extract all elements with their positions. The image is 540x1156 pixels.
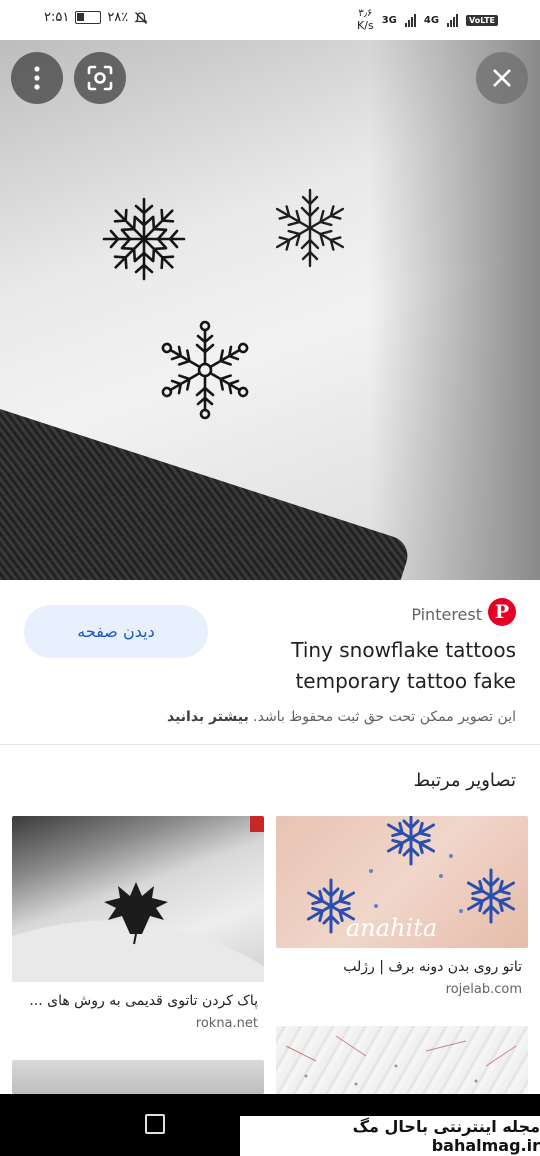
related-caption[interactable]: پاک کردن تاتوی قدیمی به روش های ...: [18, 993, 258, 1009]
visit-page-button[interactable]: دیدن صفحه: [24, 605, 208, 658]
recent-apps-button[interactable]: [145, 1114, 165, 1134]
snowflake-tattoo: [158, 320, 252, 420]
lens-button[interactable]: [74, 52, 126, 104]
result-info: دیدن صفحه Pinterest P Tiny snowflake tat…: [0, 580, 540, 745]
related-card[interactable]: پاک کردن تاتوی قدیمی به روش های ... rokn…: [12, 816, 264, 1038]
related-thumbnail[interactable]: [12, 1060, 264, 1094]
pinterest-logo-icon: P: [488, 598, 516, 626]
lens-icon: [87, 65, 113, 91]
related-caption[interactable]: تاتو روی بدن دونه برف | رژلب: [282, 959, 522, 975]
related-images-heading: تصاویر مرتبط: [413, 770, 516, 791]
related-thumbnail[interactable]: anahita: [276, 816, 528, 948]
mute-icon: [134, 11, 148, 24]
related-thumbnail[interactable]: [12, 816, 264, 982]
vertical-dots-icon: [34, 66, 40, 90]
thumbnail-watermark: anahita: [346, 914, 438, 942]
close-icon: [493, 69, 511, 87]
clock: ۲:۵۱: [44, 10, 70, 25]
battery-level: ۲۸٪: [107, 10, 129, 25]
status-right: ۳٫۶ K/s 3G 4G VoLTE: [357, 8, 498, 32]
snowflake-tattoo: [102, 197, 186, 281]
related-domain: rokna.net: [195, 1016, 258, 1031]
battery-icon: [75, 11, 102, 24]
snowflake-tattoo: [271, 188, 349, 268]
related-domain: rojelab.com: [445, 982, 522, 997]
signal-icon: [404, 13, 416, 27]
related-thumbnail[interactable]: [276, 1026, 528, 1094]
close-button[interactable]: [476, 52, 528, 104]
source-name[interactable]: Pinterest: [411, 605, 482, 624]
network-3g: 3G: [381, 14, 397, 26]
related-card[interactable]: anahita تاتو روی بدن دونه برف | رژلب roj…: [276, 816, 528, 1006]
volte-badge: VoLTE: [466, 14, 498, 26]
maple-leaf-tattoo-image: [12, 816, 264, 982]
signal-icon-2: [447, 13, 459, 27]
site-watermark: مجله اینترنتی باحال مگ bahalmag.ir: [240, 1116, 540, 1156]
hero-image[interactable]: [0, 40, 540, 580]
learn-more-link[interactable]: بیشتر بدانید: [167, 709, 249, 725]
status-left: ۲:۵۱ ۲۸٪: [44, 10, 148, 25]
copyright-text: این تصویر ممکن تحت حق ثبت محفوظ باشد.: [253, 709, 516, 725]
copyright-notice: این تصویر ممکن تحت حق ثبت محفوظ باشد. بی…: [16, 709, 516, 725]
net-speed-unit: K/s: [357, 19, 374, 32]
more-options-button[interactable]: [11, 52, 63, 104]
network-4g: 4G: [423, 14, 440, 26]
result-title[interactable]: Tiny snowflake tattoos temporary tattoo …: [216, 635, 516, 697]
status-bar: ۲:۵۱ ۲۸٪ ۳٫۶ K/s 3G 4G VoLTE: [0, 0, 540, 40]
